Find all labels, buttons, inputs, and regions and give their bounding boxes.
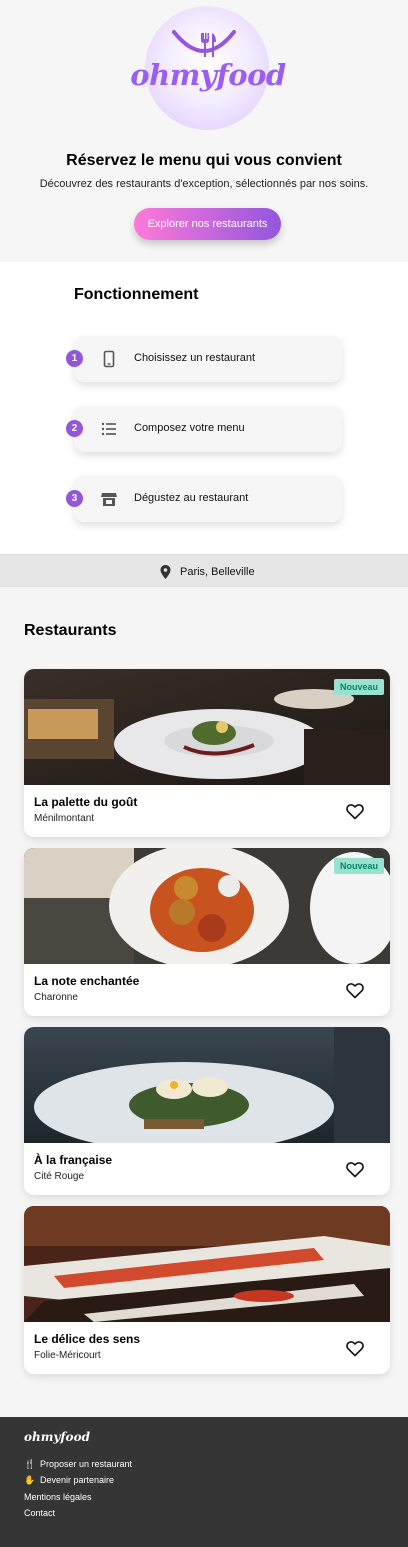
restaurant-name: La palette du goût: [34, 795, 138, 809]
heart-icon[interactable]: [346, 803, 364, 820]
step-label: Choisissez un restaurant: [134, 352, 256, 364]
restaurant-card[interactable]: Le délice des sens Folie-Méricourt: [24, 1206, 390, 1374]
heart-icon[interactable]: [346, 1340, 364, 1357]
logo-wordmark[interactable]: ohmyfood: [128, 58, 288, 92]
explore-restaurants-button[interactable]: Explorer nos restaurants: [134, 208, 281, 240]
step-label: Dégustez au restaurant: [134, 492, 249, 504]
step-card[interactable]: 2 Composez votre menu: [66, 406, 342, 452]
utensils-icon: [201, 33, 216, 57]
heart-icon[interactable]: [346, 982, 364, 999]
footer: ohmyfood 🍴 Proposer un restaurant ✋ Deveni…: [0, 1417, 408, 1547]
section-title: Fonctionnement: [74, 286, 199, 303]
restaurant-area: Cité Rouge: [34, 1171, 85, 1182]
handshake-icon: ✋: [24, 1475, 36, 1485]
restaurant-card[interactable]: À la française Cité Rouge: [24, 1027, 390, 1195]
list-icon: [101, 422, 116, 436]
step-number: 3: [66, 490, 83, 507]
new-badge: Nouveau: [333, 679, 384, 695]
map-pin-icon: [160, 565, 171, 579]
restaurant-area: Folie-Méricourt: [34, 1350, 101, 1361]
restaurant-name: À la française: [34, 1153, 113, 1167]
footer-link-propose[interactable]: 🍴 Proposer un restaurant: [24, 1459, 132, 1470]
heart-icon[interactable]: [346, 1161, 364, 1178]
restaurant-card[interactable]: Nouveau La palette du goût Ménilmontant: [24, 669, 390, 837]
step-number: 2: [66, 420, 83, 437]
restaurant-name: Le délice des sens: [34, 1332, 141, 1346]
store-icon: [101, 493, 117, 506]
footer-logo[interactable]: ohmyfood: [24, 1430, 90, 1444]
utensils-icon: 🍴: [24, 1459, 36, 1469]
step-card[interactable]: 3 Dégustez au restaurant: [66, 476, 342, 522]
footer-link-legal[interactable]: Mentions légales: [24, 1492, 92, 1502]
hero-section: ohmyfood Réservez le menu qui vous convi…: [0, 0, 408, 262]
step-number: 1: [66, 350, 83, 367]
footer-link-contact[interactable]: Contact: [24, 1508, 55, 1518]
restaurant-area: Charonne: [34, 992, 78, 1003]
restaurant-area: Ménilmontant: [34, 813, 95, 824]
hero-title: Réservez le menu qui vous convient: [66, 152, 342, 169]
restaurants-title: Restaurants: [24, 622, 117, 639]
location-bar[interactable]: Paris, Belleville: [0, 554, 408, 587]
phone-icon: [103, 350, 115, 368]
restaurant-photo: [24, 1206, 390, 1322]
step-label: Composez votre menu: [134, 422, 245, 434]
how-it-works-section: Fonctionnement 1 Choisissez un restauran…: [0, 262, 408, 554]
restaurant-card[interactable]: Nouveau La note enchantée Charonne: [24, 848, 390, 1016]
restaurant-name: La note enchantée: [34, 974, 140, 988]
step-card[interactable]: 1 Choisissez un restaurant: [66, 336, 342, 382]
restaurant-photo: [24, 1027, 390, 1143]
footer-link-partner[interactable]: ✋ Devenir partenaire: [24, 1475, 114, 1486]
hero-subtitle: Découvrez des restaurants d'exception, s…: [39, 178, 369, 190]
location-label: Paris, Belleville: [180, 566, 255, 578]
new-badge: Nouveau: [333, 858, 384, 874]
